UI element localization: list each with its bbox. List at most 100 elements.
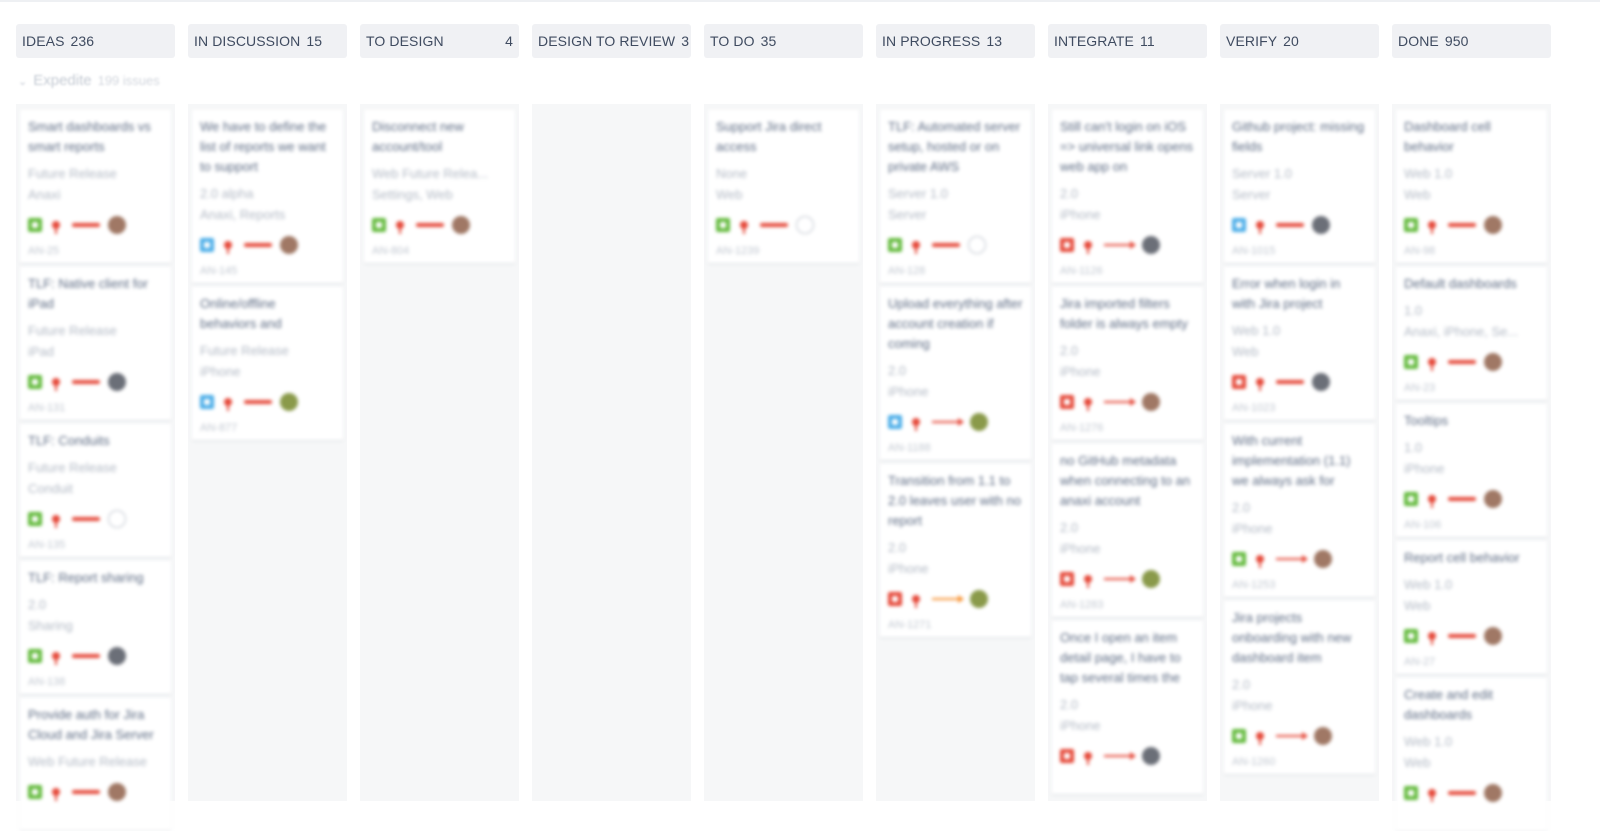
issue-card[interactable]: Github project: missing fields Server 1.0…: [1224, 110, 1375, 263]
column-body: Dashboard cell behavior Web 1.0 Web AN-98 De…: [1392, 104, 1551, 831]
issue-key[interactable]: AN-131: [28, 402, 65, 414]
issue-card[interactable]: TLF: Conduits Future Release Conduit AN-135: [20, 424, 171, 557]
assignee-avatar[interactable]: [108, 373, 126, 391]
assignee-avatar[interactable]: [1142, 570, 1160, 588]
issue-card[interactable]: Still can't login on iOS => universal li…: [1052, 110, 1203, 283]
column-header-to-design[interactable]: TO DESIGN 4: [360, 24, 519, 58]
issue-key[interactable]: AN-1271: [888, 619, 931, 631]
issue-key[interactable]: AN-1239: [716, 245, 759, 257]
card-meta-row: [888, 589, 988, 609]
issue-card[interactable]: Upload everything after account creation…: [880, 287, 1031, 460]
issue-card[interactable]: Report cell behavior Web 1.0 Web AN-27: [1396, 541, 1547, 674]
issue-key[interactable]: AN-106: [1404, 519, 1441, 531]
issue-key[interactable]: AN-1283: [1060, 599, 1103, 611]
card-component: Anaxi, iPhone, Se...: [1404, 324, 1519, 339]
issue-key[interactable]: AN-1023: [1232, 402, 1275, 414]
card-summary: Error when login in with Jira project: [1232, 276, 1341, 311]
issue-key[interactable]: AN-128: [888, 265, 925, 277]
card-meta-row: [1404, 489, 1502, 509]
issue-key[interactable]: AN-145: [200, 265, 237, 277]
issue-card[interactable]: With current implementation (1.1) we alw…: [1224, 424, 1375, 597]
issue-card[interactable]: Jira projects onboarding with new dashbo…: [1224, 601, 1375, 774]
column-header-verify[interactable]: VERIFY 20: [1220, 24, 1379, 58]
assignee-avatar[interactable]: [1484, 353, 1502, 371]
issue-key[interactable]: AN-25: [28, 245, 59, 257]
issue-card[interactable]: no GitHub metadata when connecting to an…: [1052, 444, 1203, 617]
issue-key[interactable]: AN-23: [1404, 382, 1435, 394]
issue-key[interactable]: AN-804: [372, 245, 409, 257]
assignee-avatar[interactable]: [796, 216, 814, 234]
issue-card[interactable]: Provide auth for Jira Cloud and Jira Ser…: [20, 698, 171, 830]
assignee-avatar[interactable]: [1142, 747, 1160, 765]
card-fix-version: Future Release: [28, 323, 117, 338]
chevron-down-icon[interactable]: ⌄: [18, 75, 27, 88]
column-header-in-progress[interactable]: IN PROGRESS 13: [876, 24, 1035, 58]
issue-card[interactable]: Transition from 1.1 to 2.0 leaves user w…: [880, 464, 1031, 637]
card-fix-version: None: [716, 166, 748, 181]
assignee-avatar[interactable]: [1312, 216, 1330, 234]
issue-card[interactable]: TLF: Report sharing 2.0 Sharing AN-138: [20, 561, 171, 694]
issue-key[interactable]: AN-1276: [1060, 422, 1103, 434]
column-header-ideas[interactable]: IDEAS 236: [16, 24, 175, 58]
priority-bar-icon: [1448, 634, 1476, 638]
issue-card[interactable]: Once I open an item detail page, I have …: [1052, 621, 1203, 794]
bug-type-icon: [1060, 572, 1074, 586]
issue-key[interactable]: AN-1126: [1060, 265, 1103, 277]
assignee-avatar[interactable]: [1484, 216, 1502, 234]
issue-card[interactable]: Dashboard cell behavior Web 1.0 Web AN-98: [1396, 110, 1547, 263]
card-meta-row: [372, 215, 470, 235]
assignee-avatar[interactable]: [968, 236, 986, 254]
assignee-avatar[interactable]: [970, 590, 988, 608]
issue-card[interactable]: Default dashboards 1.0 Anaxi, iPhone, Se..…: [1396, 267, 1547, 400]
assignee-avatar[interactable]: [452, 216, 470, 234]
issue-card[interactable]: Smart dashboards vs smart reports Future …: [20, 110, 171, 263]
assignee-avatar[interactable]: [1314, 550, 1332, 568]
issue-card[interactable]: TLF: Native client for iPad Future Releas…: [20, 267, 171, 420]
column-header-to-do[interactable]: TO DO 35: [704, 24, 863, 58]
issue-key[interactable]: AN-1253: [1232, 579, 1275, 591]
assignee-avatar[interactable]: [108, 647, 126, 665]
issue-key[interactable]: AN-1260: [1232, 756, 1275, 768]
assignee-avatar[interactable]: [1142, 393, 1160, 411]
column-header-integrate[interactable]: INTEGRATE 11: [1048, 24, 1207, 58]
card-meta-row: [200, 235, 298, 255]
issue-card[interactable]: Jira imported filters folder is always e…: [1052, 287, 1203, 440]
issue-key[interactable]: AN-98: [1404, 245, 1435, 257]
issue-card[interactable]: Support Jira direct access None Web AN-1239: [708, 110, 859, 263]
issue-card[interactable]: Disconnect new account/tool Web Future Re…: [364, 110, 515, 263]
assignee-avatar[interactable]: [108, 510, 126, 528]
issue-key[interactable]: AN-877: [200, 422, 237, 434]
assignee-avatar[interactable]: [1142, 236, 1160, 254]
issue-card[interactable]: TLF: Automated server setup, hosted or o…: [880, 110, 1031, 283]
column-header-design-to-review[interactable]: DESIGN TO REVIEW 3: [532, 24, 691, 58]
assignee-avatar[interactable]: [280, 393, 298, 411]
assignee-avatar[interactable]: [108, 216, 126, 234]
assignee-avatar[interactable]: [280, 236, 298, 254]
assignee-avatar[interactable]: [1484, 784, 1502, 802]
card-summary: TLF: Conduits: [28, 433, 110, 448]
issue-card[interactable]: Error when login in with Jira project Web…: [1224, 267, 1375, 420]
issue-key[interactable]: AN-138: [28, 676, 65, 688]
story-type-icon: [28, 375, 42, 389]
assignee-avatar[interactable]: [108, 783, 126, 801]
assignee-avatar[interactable]: [1484, 627, 1502, 645]
issue-key[interactable]: AN-27: [1404, 656, 1435, 668]
swimlane-header[interactable]: ⌄ Expedite 199 issues: [18, 72, 160, 89]
issue-card[interactable]: Tooltips 1.0 iPhone AN-106: [1396, 404, 1547, 537]
assignee-avatar[interactable]: [1312, 373, 1330, 391]
column-header-in-discussion[interactable]: IN DISCUSSION 15: [188, 24, 347, 58]
priority-bar-icon: [72, 517, 100, 521]
issue-card[interactable]: We have to define the list of reports we…: [192, 110, 343, 283]
assignee-avatar[interactable]: [1314, 727, 1332, 745]
issue-key[interactable]: AN-1188: [888, 442, 931, 454]
issue-key[interactable]: AN-135: [28, 539, 65, 551]
assignee-avatar[interactable]: [970, 413, 988, 431]
column-header-done[interactable]: DONE 950: [1392, 24, 1551, 58]
assignee-avatar[interactable]: [1484, 490, 1502, 508]
swimlane-title: Expedite: [33, 72, 92, 89]
issue-card[interactable]: Online/offline behaviors and associated …: [192, 287, 343, 440]
card-fix-version: Web Future Relea...: [372, 166, 489, 181]
card-meta-row: [28, 372, 126, 392]
issue-card[interactable]: Create and edit dashboards Web 1.0 Web: [1396, 678, 1547, 831]
issue-key[interactable]: AN-1015: [1232, 245, 1275, 257]
